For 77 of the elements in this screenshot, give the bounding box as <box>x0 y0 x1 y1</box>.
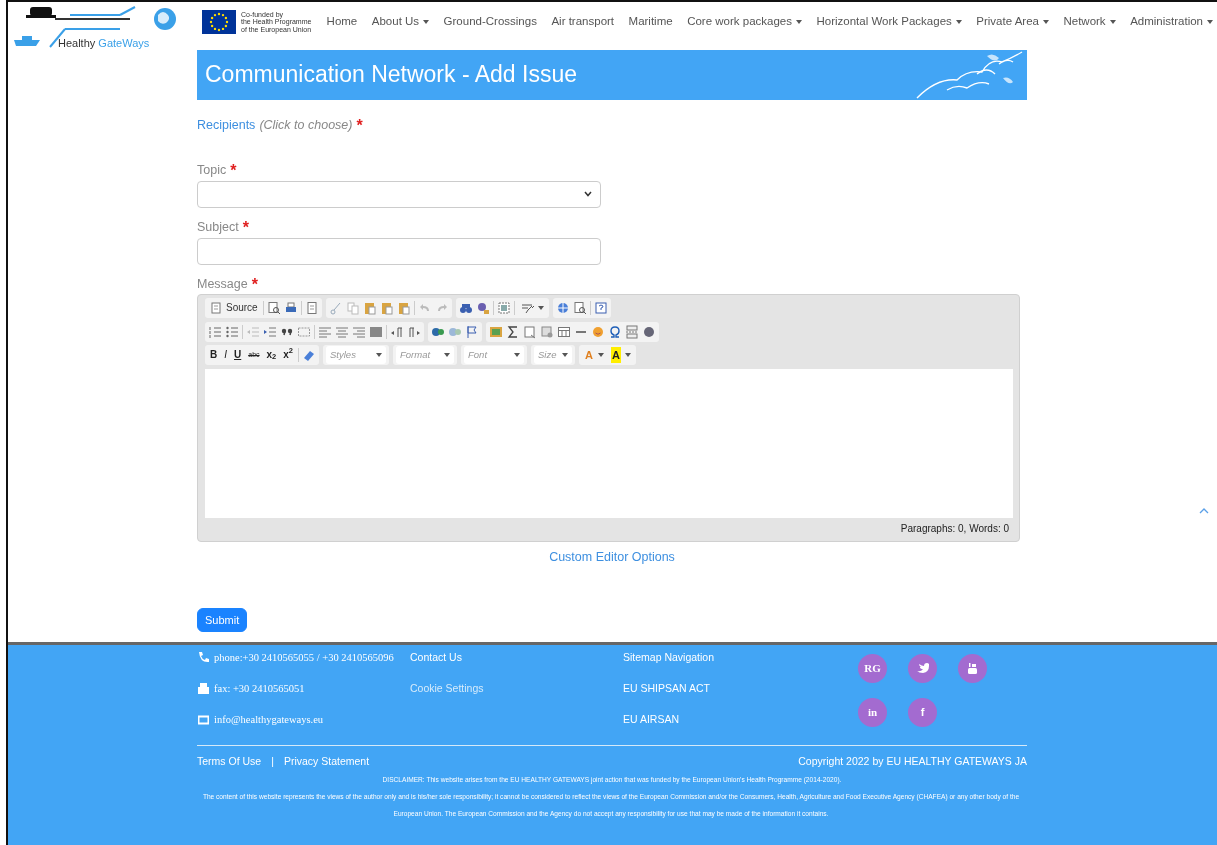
find-replace-icon[interactable] <box>475 300 490 315</box>
nav-link[interactable]: Administration <box>1130 13 1213 31</box>
nav-link[interactable]: About Us <box>371 13 430 31</box>
smiley-icon[interactable] <box>591 324 605 339</box>
table-icon[interactable] <box>557 324 571 339</box>
recipients-link[interactable]: Recipients <box>197 116 256 135</box>
align-right-icon[interactable] <box>352 324 366 339</box>
site-name: Healthy GateWays <box>58 36 150 51</box>
nav-link[interactable]: Ground-Crossings <box>443 13 537 31</box>
field-label: Topic <box>197 162 227 178</box>
subject-input[interactable] <box>197 237 601 265</box>
eu-flag-icon <box>202 10 236 34</box>
nav-link[interactable]: Maritime <box>628 13 673 31</box>
word-count-status: Paragraphs: 0, Words: 0 <box>899 521 1010 536</box>
format-button[interactable]: I <box>222 345 229 364</box>
document-icon <box>210 301 222 314</box>
justify-icon[interactable] <box>369 324 383 339</box>
flag-icon[interactable] <box>465 324 479 339</box>
help-icon[interactable] <box>593 300 608 315</box>
contact-text: info@healthygateways.eu <box>214 712 324 727</box>
contact-text: phone:+30 2410565055 / +30 2410565096 <box>214 650 394 665</box>
custom-editor-options-link[interactable]: Custom Editor Options <box>549 549 675 564</box>
nav-link[interactable]: Network <box>1063 13 1116 31</box>
copyright-text: Copyright 2022 by EU HEALTHY GATEWAYS JA <box>798 754 1027 769</box>
embed-icon[interactable] <box>540 324 554 339</box>
select-all-icon[interactable] <box>496 300 511 315</box>
clipboard-icon[interactable] <box>396 300 411 315</box>
nav-link[interactable]: Horizontal Work Packages <box>816 13 962 31</box>
clipboard-icon[interactable] <box>362 300 377 315</box>
envelope-icon <box>197 713 210 726</box>
document-icon[interactable] <box>304 300 319 315</box>
scissors-icon[interactable] <box>328 300 343 315</box>
format-button[interactable]: x$_{2}$ <box>264 345 279 364</box>
page-title: Communication Network - Add Issue <box>205 61 577 89</box>
recipients-hint: (Click to choose) <box>259 117 353 134</box>
field-label: Subject <box>197 219 239 235</box>
social-link[interactable]: f <box>908 698 937 727</box>
page-break-icon[interactable] <box>625 324 639 339</box>
preview-icon[interactable] <box>572 300 587 315</box>
color-button[interactable]: A <box>608 345 633 364</box>
required-asterisk: * <box>242 219 249 235</box>
text-direction-ltr-icon[interactable] <box>390 324 404 339</box>
format-button[interactable]: x$^{2}$ <box>281 345 295 364</box>
submit-button[interactable]: Submit <box>197 607 248 633</box>
social-link[interactable] <box>958 654 987 683</box>
nav-link[interactable]: Home <box>326 13 358 31</box>
align-center-icon[interactable] <box>335 324 349 339</box>
field-label: Message <box>197 276 248 292</box>
copy-icon[interactable] <box>345 300 360 315</box>
twitter-bird-icon <box>916 662 929 675</box>
topic-select[interactable] <box>197 180 601 208</box>
preview-icon[interactable] <box>266 300 281 315</box>
clipboard-icon[interactable] <box>379 300 394 315</box>
required-asterisk: * <box>356 117 363 133</box>
phone-icon <box>197 651 210 664</box>
nav-link[interactable]: Private Area <box>976 13 1049 31</box>
social-link[interactable] <box>908 654 937 683</box>
format-button[interactable]: B <box>208 345 220 364</box>
printer-icon[interactable] <box>283 300 298 315</box>
align-left-icon[interactable] <box>318 324 332 339</box>
globe-icon[interactable] <box>555 300 570 315</box>
text-direction-rtl-icon[interactable] <box>407 324 421 339</box>
nav-link[interactable]: Air transport <box>551 13 615 31</box>
contact-text: fax: +30 2410565051 <box>214 681 305 696</box>
social-link[interactable]: in <box>858 698 887 727</box>
required-asterisk: * <box>230 162 237 178</box>
required-asterisk: * <box>251 276 258 292</box>
chevron-down-icon <box>584 191 592 198</box>
bulleted-list-icon[interactable] <box>225 324 239 339</box>
link-separator: | <box>271 754 274 769</box>
nav-link[interactable]: Core work packages <box>687 13 802 31</box>
social-link[interactable]: RG <box>858 654 887 683</box>
sigma-icon[interactable] <box>506 324 520 339</box>
fax-icon <box>197 682 210 695</box>
scroll-to-top-icon[interactable] <box>1199 507 1209 514</box>
format-button[interactable]: U <box>232 345 244 364</box>
omega-symbol-icon[interactable] <box>608 324 622 339</box>
